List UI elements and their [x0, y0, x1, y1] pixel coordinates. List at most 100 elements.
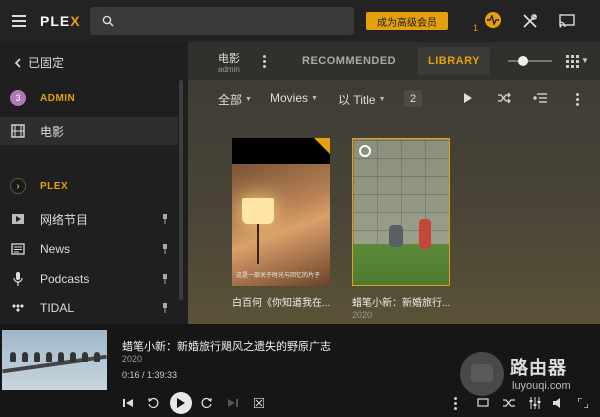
search-icon — [102, 15, 114, 27]
poster-size-slider[interactable] — [508, 56, 552, 66]
poster-card[interactable] — [352, 138, 450, 286]
chevron-down-icon: ▼ — [378, 96, 386, 103]
watermark-logo: 路由器 luyouqi.com — [458, 350, 600, 410]
forward-30-icon[interactable] — [200, 396, 214, 410]
filter-type-label: Movies — [270, 91, 309, 105]
playback-time: 0:16 / 1:39:33 — [122, 370, 178, 380]
sidebar-item-podcasts[interactable]: Podcasts — [0, 265, 178, 293]
library-main: 电影 admin RECOMMENDED LIBRARY ▼ 全部 ▼ Movie… — [188, 42, 600, 324]
watermark-domain: luyouqi.com — [512, 380, 571, 392]
activity-button[interactable]: 1 — [473, 10, 503, 36]
sidebar-item-web-shows[interactable]: 网络节目 — [0, 205, 178, 233]
thumbnail-graphic — [82, 352, 88, 362]
thumbnail-graphic — [34, 352, 40, 362]
rewind-10-icon[interactable] — [146, 396, 160, 410]
sidebar-item-movies[interactable]: 电影 — [0, 117, 178, 145]
chevron-down-icon: ▼ — [311, 94, 318, 102]
activity-icon — [485, 12, 501, 28]
film-icon — [10, 123, 26, 139]
poster-caption: 这是一部关于时光与回忆的片子 — [236, 273, 321, 279]
activity-count: 1 — [473, 23, 479, 33]
select-circle-icon[interactable] — [359, 145, 371, 157]
chevron-left-icon — [14, 57, 21, 68]
poster-figure — [389, 225, 403, 247]
poster-image — [232, 164, 330, 286]
poster-year: 2020 — [352, 310, 373, 320]
play-icon — [10, 211, 26, 227]
admin-label: ADMIN — [40, 92, 76, 104]
tab-library[interactable]: LIBRARY — [418, 47, 490, 75]
filter-type-dropdown[interactable]: Movies ▼ — [270, 91, 318, 105]
thumbnail-graphic — [2, 354, 107, 374]
pin-icon[interactable] — [162, 213, 168, 227]
lamp-graphic — [242, 198, 274, 224]
slider-knob[interactable] — [518, 56, 528, 66]
pin-icon[interactable] — [162, 302, 168, 316]
top-bar: PLEX 成为高级会员 1 — [0, 0, 600, 42]
more-options-icon[interactable] — [576, 93, 579, 106]
previous-icon[interactable] — [121, 396, 135, 410]
tools-icon[interactable] — [521, 12, 539, 30]
filter-all-label: 全部 — [218, 93, 243, 107]
admin-avatar: 3 — [10, 90, 26, 106]
thumbnail-graphic — [58, 352, 64, 362]
grid-view-icon[interactable] — [566, 55, 579, 68]
thumbnail-graphic — [70, 352, 76, 362]
unwatched-badge — [314, 138, 330, 154]
play-button[interactable] — [170, 392, 192, 414]
sidebar-item-news[interactable]: News — [0, 235, 178, 263]
microphone-icon — [10, 271, 26, 287]
hamburger-icon[interactable] — [12, 15, 32, 27]
sidebar-scrollbar[interactable] — [179, 80, 183, 300]
pinned-label: 已固定 — [28, 56, 65, 70]
now-playing-thumbnail[interactable] — [2, 330, 107, 390]
news-icon — [10, 241, 26, 257]
add-to-queue-icon[interactable] — [532, 90, 548, 106]
thumbnail-graphic — [94, 352, 100, 362]
chevron-down-icon[interactable]: ▼ — [581, 56, 589, 65]
now-playing-year: 2020 — [122, 354, 143, 364]
shuffle-icon[interactable] — [496, 90, 512, 106]
sort-dropdown[interactable]: 以 Title ▼ — [338, 91, 386, 108]
poster-image — [353, 244, 449, 285]
sidebar-item-tidal[interactable]: TIDAL — [0, 294, 178, 322]
now-playing-title[interactable]: 蜡笔小新：新婚旅行飓风之遗失的野原广志 — [122, 338, 331, 354]
sidebar-item-admin[interactable]: 3 ADMIN — [0, 84, 178, 112]
chevron-down-icon: ▼ — [245, 96, 252, 103]
play-all-icon[interactable] — [460, 90, 476, 106]
sidebar: 已固定 3 ADMIN 电影 › PLEX 网络节目 News Podcasts — [0, 42, 188, 324]
sidebar-item-label: PLEX — [40, 180, 69, 192]
sidebar-item-label: News — [40, 242, 71, 256]
poster-title[interactable]: 蜡笔小新：新婚旅行... — [352, 294, 450, 309]
stop-icon[interactable] — [252, 396, 266, 410]
poster-title[interactable]: 白百何《你知道我在... — [232, 294, 330, 309]
filter-all-dropdown[interactable]: 全部 ▼ — [218, 91, 252, 108]
filter-bar: 全部 ▼ Movies ▼ 以 Title ▼ 2 — [188, 86, 600, 110]
thumbnail-graphic — [10, 352, 16, 362]
sort-label: 以 Title — [338, 93, 376, 107]
go-premium-button[interactable]: 成为高级会员 — [366, 12, 448, 30]
plex-logo[interactable]: PLEX — [40, 13, 81, 29]
search-input[interactable] — [122, 14, 342, 28]
pin-icon[interactable] — [162, 243, 168, 257]
thumbnail-graphic — [46, 352, 52, 362]
logo-x: X — [70, 13, 81, 29]
search-box[interactable] — [90, 7, 354, 35]
sidebar-item-label: Podcasts — [40, 272, 90, 286]
poster-card[interactable]: 这是一部关于时光与回忆的片子 — [232, 138, 330, 286]
sidebar-item-label: 网络节目 — [40, 212, 89, 227]
pinned-back-link[interactable]: 已固定 — [14, 54, 64, 71]
library-more-icon[interactable] — [263, 55, 266, 68]
sidebar-item-label: TIDAL — [40, 301, 75, 315]
plex-icon: › — [10, 178, 26, 194]
next-icon[interactable] — [226, 396, 240, 410]
player-more-icon[interactable] — [454, 397, 457, 410]
pin-icon[interactable] — [162, 273, 168, 287]
sidebar-item-plex[interactable]: › PLEX — [0, 172, 178, 200]
thumbnail-graphic — [22, 352, 28, 362]
tab-recommended[interactable]: RECOMMENDED — [302, 55, 396, 67]
item-count-badge: 2 — [404, 90, 422, 107]
cast-icon[interactable] — [558, 12, 576, 30]
logo-text: PLE — [40, 13, 71, 29]
library-header: 电影 admin RECOMMENDED LIBRARY ▼ — [188, 42, 600, 80]
